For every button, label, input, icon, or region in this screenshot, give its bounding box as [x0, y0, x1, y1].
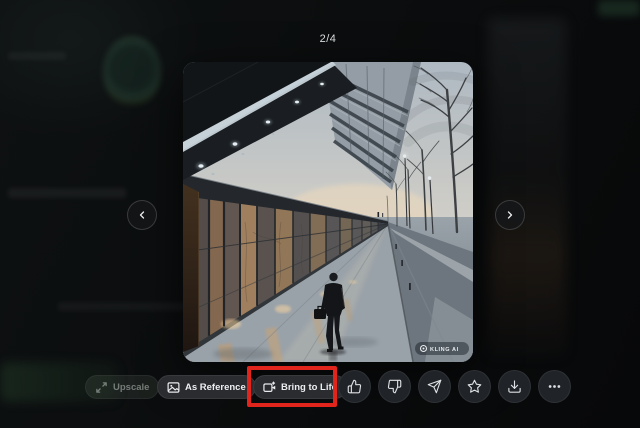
dimmed-text-line: [8, 52, 66, 60]
prev-image-button[interactable]: [127, 200, 157, 230]
ellipsis-icon: [547, 379, 562, 394]
next-image-button[interactable]: [495, 200, 525, 230]
image-icon: [167, 381, 180, 394]
bring-to-life-button[interactable]: Bring to Life: [253, 375, 347, 399]
image-counter: 2/4: [183, 33, 473, 45]
as-reference-button[interactable]: As Reference: [157, 375, 256, 399]
upscale-icon: [95, 381, 108, 394]
thumbs-down-icon: [387, 379, 402, 394]
upscale-button[interactable]: Upscale: [85, 375, 159, 399]
dimmed-background-glow: [0, 0, 200, 140]
favorite-button[interactable]: [458, 370, 491, 403]
upscale-label: Upscale: [113, 382, 149, 393]
svg-text:KLING AI: KLING AI: [430, 347, 459, 353]
dimmed-badge: [598, 0, 640, 16]
lightbox-overlay: 2/4: [0, 0, 640, 428]
dimmed-thumbnail: [488, 18, 566, 358]
like-button[interactable]: [338, 370, 371, 403]
download-icon: [507, 379, 522, 394]
paper-plane-icon: [427, 379, 442, 394]
chevron-right-icon: [504, 209, 516, 221]
image-to-video-icon: [263, 381, 276, 394]
star-icon: [467, 379, 482, 394]
thumbs-up-icon: [347, 379, 362, 394]
generated-image: KLING AI: [183, 62, 473, 362]
more-button[interactable]: [538, 370, 571, 403]
dislike-button[interactable]: [378, 370, 411, 403]
share-button[interactable]: [418, 370, 451, 403]
chevron-left-icon: [136, 209, 148, 221]
dimmed-avatar: [103, 36, 161, 108]
bring-to-life-label: Bring to Life: [281, 382, 337, 393]
kling-watermark: KLING AI: [415, 342, 469, 355]
as-reference-label: As Reference: [185, 382, 246, 393]
dimmed-text-line: [8, 188, 126, 198]
download-button[interactable]: [498, 370, 531, 403]
